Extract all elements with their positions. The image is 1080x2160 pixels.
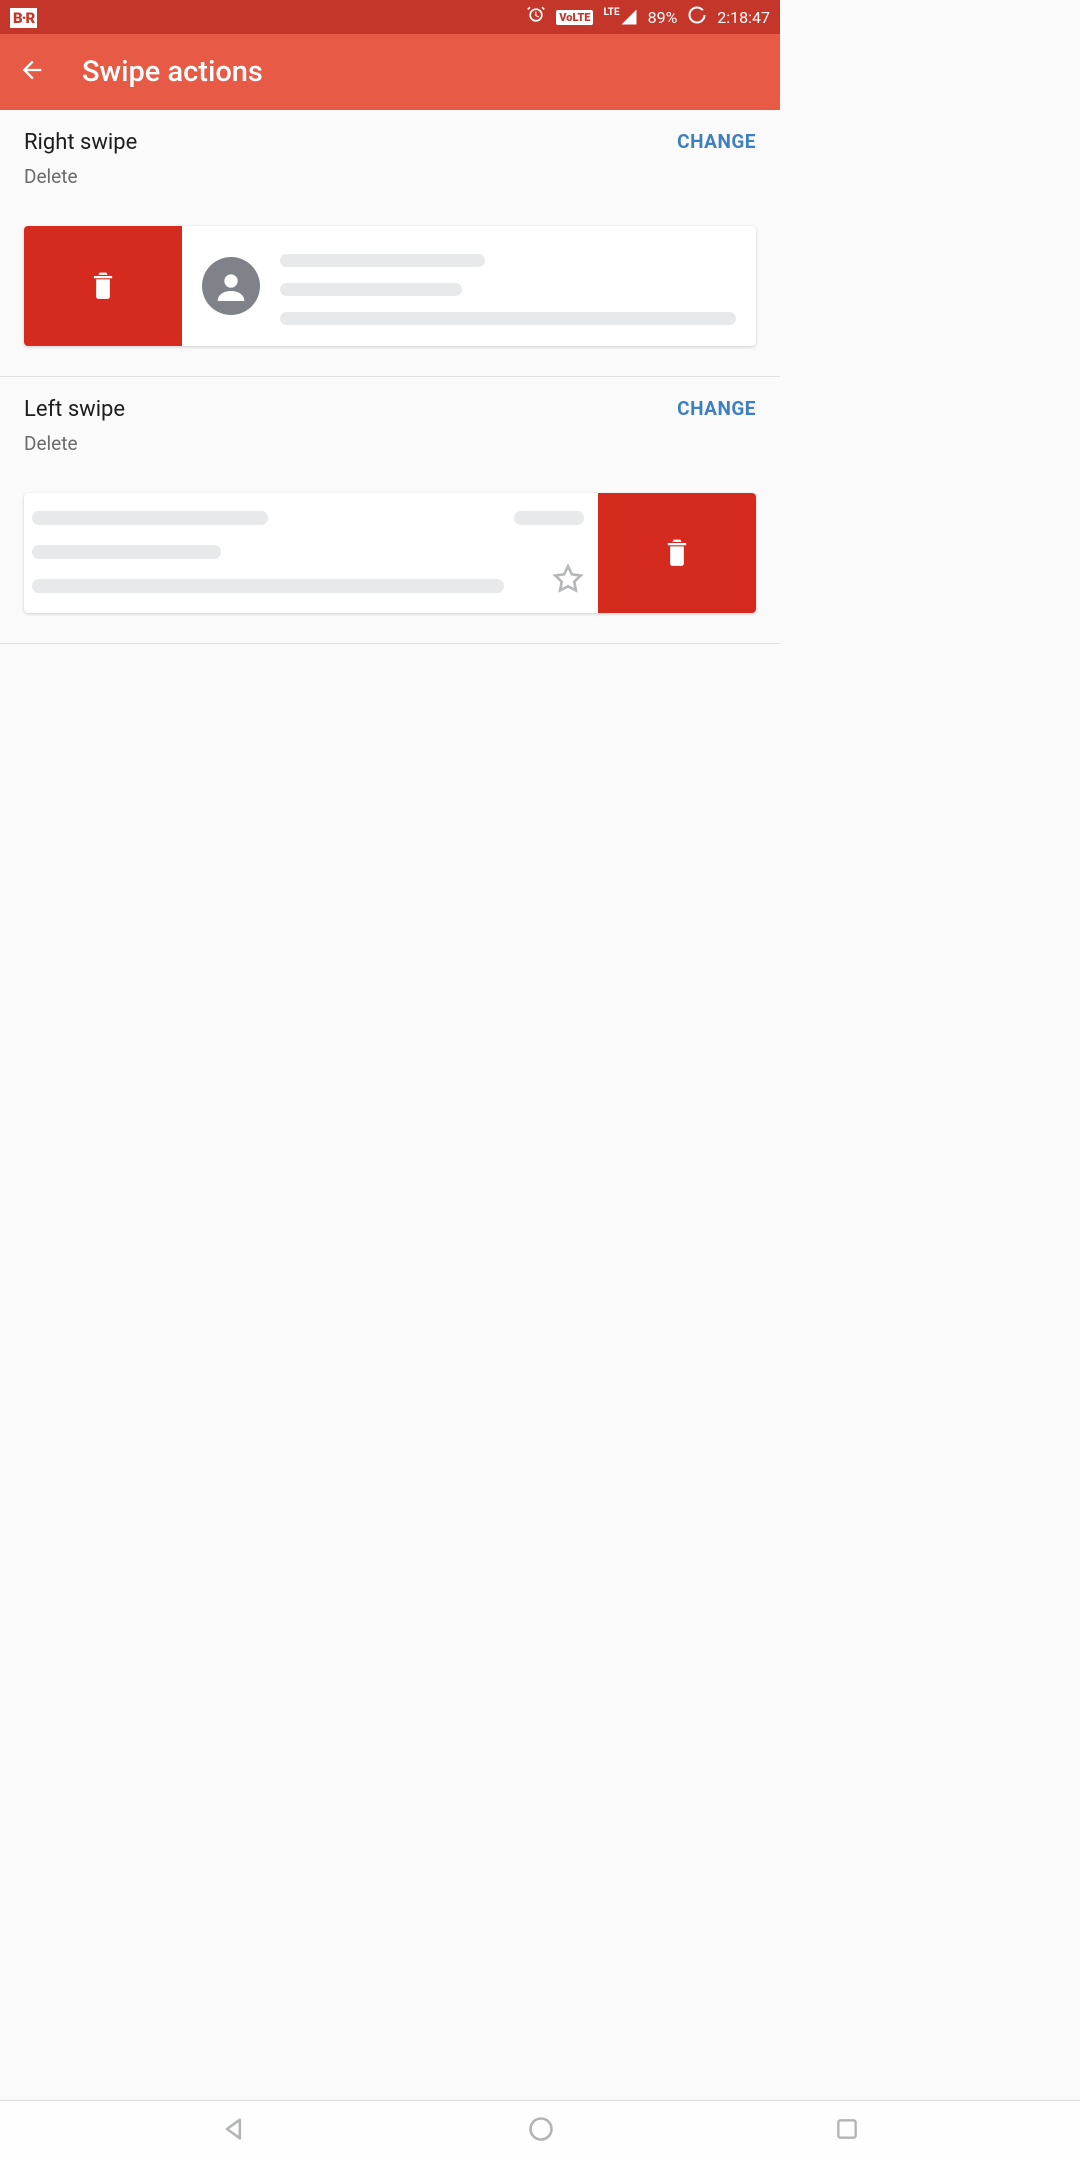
navigation-bar xyxy=(0,2100,1080,2160)
change-left-button[interactable]: CHANGE xyxy=(677,397,756,420)
volte-badge: VoLTE xyxy=(556,10,593,25)
email-preview-body xyxy=(24,493,598,613)
section-title-left: Left swipe xyxy=(24,397,125,422)
nav-back-icon[interactable] xyxy=(220,2115,248,2147)
app-badge: B·R xyxy=(10,8,37,28)
placeholder-line xyxy=(280,312,736,325)
back-arrow-icon[interactable] xyxy=(18,56,46,88)
swipe-action-panel xyxy=(598,493,756,613)
section-action-left: Delete xyxy=(24,432,125,455)
nav-recent-icon[interactable] xyxy=(834,2116,860,2146)
placeholder-line xyxy=(280,283,462,296)
section-action-right: Delete xyxy=(24,165,137,188)
alarm-icon xyxy=(526,5,546,29)
placeholder-line xyxy=(32,579,504,593)
clock-time: 2:18:47 xyxy=(717,8,770,27)
trash-icon xyxy=(663,535,691,571)
loading-circle-icon xyxy=(687,5,707,29)
placeholder-line xyxy=(32,511,268,525)
right-swipe-section: Right swipe Delete CHANGE xyxy=(0,110,780,377)
app-bar: Swipe actions xyxy=(0,34,780,110)
left-swipe-preview xyxy=(24,493,756,613)
email-preview-body xyxy=(182,226,756,346)
nav-home-icon[interactable] xyxy=(527,2115,555,2147)
status-bar: B·R VoLTE LTE 89% 2:18:47 xyxy=(0,0,780,34)
content-area: Right swipe Delete CHANGE xyxy=(0,110,780,644)
left-swipe-section: Left swipe Delete CHANGE xyxy=(0,377,780,644)
change-right-button[interactable]: CHANGE xyxy=(677,130,756,153)
placeholder-line xyxy=(280,254,485,267)
signal-icon: LTE xyxy=(603,8,637,26)
trash-icon xyxy=(89,268,117,304)
section-title-right: Right swipe xyxy=(24,130,137,155)
star-icon xyxy=(552,563,584,599)
right-swipe-preview xyxy=(24,226,756,346)
battery-percent: 89% xyxy=(648,8,678,27)
page-title: Swipe actions xyxy=(82,55,263,89)
placeholder-line xyxy=(32,545,221,559)
placeholder-line xyxy=(514,511,584,525)
avatar-icon xyxy=(202,257,260,315)
swipe-action-panel xyxy=(24,226,182,346)
